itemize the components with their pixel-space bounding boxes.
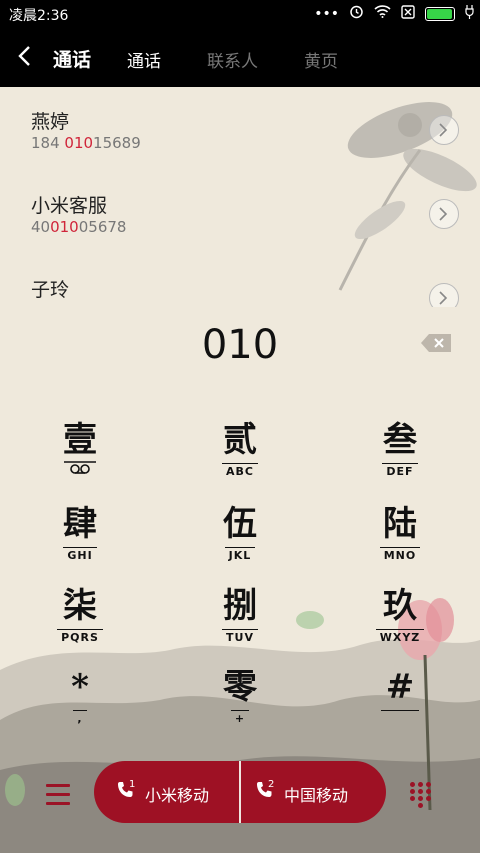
key-glyph: 伍 (223, 504, 257, 544)
menu-line (46, 793, 70, 796)
battery-icon (425, 7, 455, 21)
page-title: 通话 (53, 49, 92, 71)
key-letters: TUV (222, 629, 258, 644)
backspace-icon (421, 334, 451, 352)
tab-bar: 通话 联系人 黄页 (127, 47, 338, 72)
no-sim-icon (401, 4, 415, 24)
status-time: 凌晨2:36 (9, 8, 69, 24)
contact-name: 子玲 (31, 279, 70, 301)
key-glyph: 壹 (63, 420, 97, 460)
menu-line (46, 802, 70, 805)
key-letters (381, 710, 419, 722)
backspace-button[interactable] (421, 334, 451, 352)
menu-button[interactable] (46, 784, 70, 805)
menu-line (46, 784, 70, 787)
key-letters: JKL (224, 547, 256, 562)
dialpad-toggle-button[interactable] (410, 782, 434, 808)
key-eight[interactable]: 捌 TUV (190, 586, 290, 656)
chevron-left-icon (18, 46, 30, 66)
header-bar: 通话 通话 联系人 黄页 (0, 28, 480, 87)
contact-detail-button[interactable] (429, 283, 459, 307)
list-item[interactable]: 小米客服 4001005678 (0, 171, 480, 255)
contact-detail-button[interactable] (429, 199, 459, 229)
voicemail-icon (30, 460, 130, 479)
key-zero[interactable]: 零 + (190, 667, 290, 737)
status-bar: 凌晨2:36 ••• (0, 0, 480, 28)
list-item[interactable]: 燕婷 184 01015689 (0, 87, 480, 171)
contact-match-list: 燕婷 184 01015689 小米客服 4001005678 子玲 (0, 87, 480, 307)
contact-name: 小米客服 (31, 195, 108, 217)
number-prefix: 40 (31, 218, 51, 236)
key-letters: ABC (222, 463, 258, 478)
key-pound[interactable]: # (350, 667, 450, 737)
contact-number: 4001005678 (31, 218, 126, 236)
key-two[interactable]: 贰 ABC (190, 420, 290, 490)
key-letters: WXYZ (375, 629, 425, 644)
key-glyph: # (385, 667, 415, 707)
key-glyph: 捌 (223, 586, 257, 626)
battery-fill (427, 9, 452, 19)
key-seven[interactable]: 柒 PQRS (30, 586, 130, 656)
number-match: 010 (50, 218, 79, 236)
back-button[interactable] (18, 45, 38, 69)
key-glyph: 玖 (383, 586, 417, 626)
sim1-label: 小米移动 (145, 786, 210, 805)
alarm-icon (349, 4, 364, 24)
key-glyph: 柒 (63, 586, 97, 626)
wifi-icon (374, 5, 391, 23)
key-glyph: 陆 (383, 504, 417, 544)
key-letters: PQRS (57, 629, 103, 644)
number-match: 010 (64, 134, 94, 152)
chevron-right-icon (439, 123, 448, 137)
call-sim1-button[interactable]: 1 小米移动 (94, 761, 239, 823)
number-suffix: 15689 (93, 134, 141, 152)
key-one[interactable]: 壹 (30, 420, 130, 490)
key-glyph: 贰 (223, 420, 257, 460)
key-four[interactable]: 肆 GHI (30, 504, 130, 574)
chevron-right-icon (439, 207, 448, 221)
key-letters: MNO (379, 547, 421, 562)
contact-detail-button[interactable] (429, 115, 459, 145)
key-letters: GHI (63, 547, 97, 562)
key-glyph: 叁 (383, 420, 417, 460)
key-nine[interactable]: 玖 WXYZ (350, 586, 450, 656)
key-letters: , (73, 710, 87, 725)
sim2-index: 2 (268, 779, 275, 790)
contact-number: 184 01015689 (31, 134, 141, 152)
charging-plug-icon (465, 4, 474, 24)
key-letters: DEF (382, 463, 418, 478)
dialed-number: 010 (201, 322, 279, 368)
key-star[interactable]: *, (30, 667, 130, 737)
number-suffix: 05678 (78, 218, 127, 236)
call-sim2-button[interactable]: 2 中国移动 (241, 761, 386, 823)
more-dots-icon: ••• (314, 6, 339, 22)
key-glyph: 肆 (63, 504, 97, 544)
tab-yellow-pages[interactable]: 黄页 (304, 47, 338, 72)
key-letters: + (230, 710, 250, 725)
contact-name: 燕婷 (31, 111, 70, 133)
key-six[interactable]: 陆 MNO (350, 504, 450, 574)
tab-contacts[interactable]: 联系人 (207, 47, 258, 72)
chevron-right-icon (439, 291, 448, 305)
number-prefix: 184 (31, 134, 65, 152)
key-three[interactable]: 叁 DEF (350, 420, 450, 490)
key-glyph: * (71, 667, 89, 707)
call-button-group: 1 小米移动 2 中国移动 (94, 761, 386, 823)
key-five[interactable]: 伍 JKL (190, 504, 290, 574)
sim1-index: 1 (129, 779, 136, 790)
list-item[interactable]: 子玲 (0, 255, 480, 307)
key-glyph: 零 (223, 667, 257, 707)
sim2-label: 中国移动 (284, 786, 349, 805)
tab-calls[interactable]: 通话 (127, 47, 161, 72)
